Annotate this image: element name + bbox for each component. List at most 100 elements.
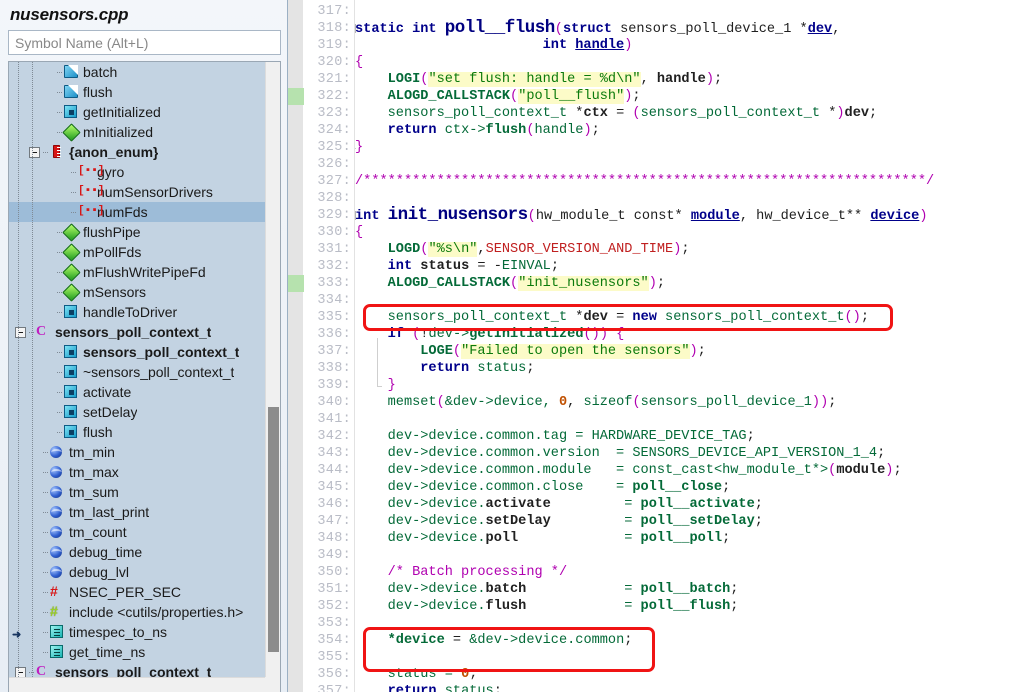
tree-item-nsec_per_sec[interactable]: NSEC_PER_SEC	[9, 582, 265, 602]
tree-item-flush[interactable]: flush	[9, 422, 265, 442]
line-number: 344:	[317, 463, 351, 478]
tree-item-tm_min[interactable]: tm_min	[9, 442, 265, 462]
tree-item-sensors_poll_context_t[interactable]: sensors_poll_context_t	[9, 322, 265, 342]
line-number: 352:	[317, 599, 351, 614]
code-line[interactable]: int handle)	[355, 37, 633, 54]
symbol-tree-scroll[interactable]: batch flush getInitialized mInitialized {ano…	[9, 62, 265, 677]
code-line[interactable]: return status;	[355, 683, 502, 692]
code-line[interactable]: dev->device.batch = poll__batch;	[355, 581, 739, 598]
fold-toggle-icon[interactable]	[355, 24, 356, 33]
code-line[interactable]: return ctx->flush(handle);	[355, 122, 600, 139]
tree-item-batch[interactable]: batch	[9, 62, 265, 82]
fold-toggle-icon[interactable]	[355, 211, 356, 220]
code-text-area[interactable]: static int poll__flush(struct sensors_po…	[355, 0, 1019, 692]
code-token: LOGD	[387, 242, 421, 257]
code-line[interactable]: int status = -EINVAL;	[355, 258, 559, 275]
collapse-icon[interactable]	[15, 326, 26, 338]
member-icon	[64, 105, 79, 119]
tree-item-tm_max[interactable]: tm_max	[9, 462, 265, 482]
code-line[interactable]: dev->device.setDelay = poll__setDelay;	[355, 513, 763, 530]
code-token: )	[919, 209, 928, 224]
code-editor[interactable]: 317: 318: 319: 320: 321: 322: 323: 324: 325: 326:…	[288, 0, 1019, 692]
tree-item-sensors_poll_context_t[interactable]: sensors_poll_context_t	[9, 342, 265, 362]
line-number: 330:	[317, 225, 351, 240]
code-line[interactable]: dev->device.common.module = const_cast<h…	[355, 462, 902, 479]
collapse-icon[interactable]	[29, 146, 40, 158]
tree-vertical-scrollbar[interactable]	[265, 62, 280, 677]
tree-branch-line	[57, 111, 63, 113]
code-token: ,	[640, 72, 657, 87]
tree-item--sensors_poll_context_t[interactable]: ~sensors_poll_context_t	[9, 362, 265, 382]
global-icon	[50, 505, 65, 519]
code-line[interactable]: dev->device.poll = poll__poll;	[355, 530, 731, 547]
tree-item-mpollfds[interactable]: mPollFds	[9, 242, 265, 262]
tree-item-numsensordrivers[interactable]: numSensorDrivers	[9, 182, 265, 202]
tree-item-numfds[interactable]: numFds	[9, 202, 265, 222]
collapse-icon[interactable]	[15, 666, 26, 677]
code-token: ))	[811, 395, 829, 410]
code-token: dev->device.common.close =	[355, 480, 633, 495]
code-line[interactable]: LOGE("Failed to open the sensors");	[355, 343, 706, 360]
tree-item-get_time_ns[interactable]: get_time_ns	[9, 642, 265, 662]
tree-item-flush[interactable]: flush	[9, 82, 265, 102]
tree-vertical-scroll-thumb[interactable]	[268, 407, 279, 652]
tree-item-tm_count[interactable]: tm_count	[9, 522, 265, 542]
tree-item-tm_sum[interactable]: tm_sum	[9, 482, 265, 502]
tree-item-getinitialized[interactable]: getInitialized	[9, 102, 265, 122]
code-line[interactable]: return status;	[355, 360, 534, 377]
line-number: 340:	[317, 395, 351, 410]
code-line[interactable]: dev->device.common.tag = HARDWARE_DEVICE…	[355, 428, 755, 445]
enum-value-icon	[78, 205, 93, 219]
fold-region-guide	[377, 338, 378, 386]
code-line[interactable]: }	[355, 139, 363, 156]
code-line[interactable]: dev->device.activate = poll__activate;	[355, 496, 763, 513]
code-line[interactable]: ALOGD_CALLSTACK("poll__flush");	[355, 88, 641, 105]
tree-item-minitialized[interactable]: mInitialized	[9, 122, 265, 142]
tree-horizontal-scrollbar[interactable]	[9, 677, 265, 692]
code-line[interactable]: int init_nusensors(hw_module_t const* mo…	[355, 206, 928, 224]
tree-item-label: {anon_enum}	[69, 144, 159, 160]
code-line[interactable]: memset(&dev->device, 0, sizeof(sensors_p…	[355, 394, 837, 411]
code-line[interactable]: {	[355, 54, 363, 71]
code-line[interactable]: {	[355, 224, 363, 241]
code-line[interactable]: LOGI("set flush: handle = %d\n", handle)…	[355, 71, 722, 88]
include-icon-glyph	[50, 605, 63, 618]
tree-item-sensors_poll_context_t[interactable]: sensors_poll_context_t	[9, 662, 265, 677]
tree-item-msensors[interactable]: mSensors	[9, 282, 265, 302]
code-line[interactable]: LOGD("%s\n",SENSOR_VERSION_AND_TIME);	[355, 241, 690, 258]
symbol-search-input[interactable]	[8, 30, 281, 55]
tree-item-gyro[interactable]: gyro	[9, 162, 265, 182]
code-line[interactable]: ALOGD_CALLSTACK("init_nusensors");	[355, 275, 665, 292]
tree-item-label: tm_last_print	[69, 504, 150, 520]
code-line[interactable]: dev->device.flush = poll__flush;	[355, 598, 739, 615]
tree-item--anon_enum-[interactable]: {anon_enum}	[9, 142, 265, 162]
code-line[interactable]: /* Batch processing */	[355, 564, 567, 581]
code-line[interactable]: }	[355, 377, 396, 394]
tree-item-include-cutils-properties-h-[interactable]: include <cutils/properties.h>	[9, 602, 265, 622]
line-number: 349:	[317, 548, 351, 563]
code-line[interactable]: dev->device.common.close = poll__close;	[355, 479, 731, 496]
tree-item-debug_time[interactable]: debug_time	[9, 542, 265, 562]
code-token: *	[674, 209, 691, 224]
tree-item-tm_last_print[interactable]: tm_last_print	[9, 502, 265, 522]
tree-item-handletodriver[interactable]: handleToDriver	[9, 302, 265, 322]
line-number: 318:	[317, 21, 351, 36]
tree-item-mflushwritepipefd[interactable]: mFlushWritePipeFd	[9, 262, 265, 282]
line-number: 336:	[317, 327, 351, 342]
member-icon-glyph	[64, 385, 77, 398]
tree-item-debug_lvl[interactable]: debug_lvl	[9, 562, 265, 582]
code-line[interactable]: sensors_poll_context_t *ctx = (sensors_p…	[355, 105, 878, 122]
tree-item-setdelay[interactable]: setDelay	[9, 402, 265, 422]
code-token: poll__poll	[640, 531, 723, 546]
global-icon-glyph	[50, 506, 62, 518]
tree-item-flushpipe[interactable]: flushPipe	[9, 222, 265, 242]
code-line[interactable]: static int poll__flush(struct sensors_po…	[355, 19, 840, 37]
code-token: ;	[591, 123, 600, 138]
code-token: handle	[656, 72, 706, 87]
code-line[interactable]: /***************************************…	[355, 173, 934, 190]
tree-guide-line-0	[18, 62, 19, 677]
code-line[interactable]: dev->device.common.version = SENSORS_DEV…	[355, 445, 886, 462]
tree-item-activate[interactable]: activate	[9, 382, 265, 402]
tree-item-label: ~sensors_poll_context_t	[83, 364, 235, 380]
tree-item-timespec_to_ns[interactable]: timespec_to_ns	[9, 622, 265, 642]
